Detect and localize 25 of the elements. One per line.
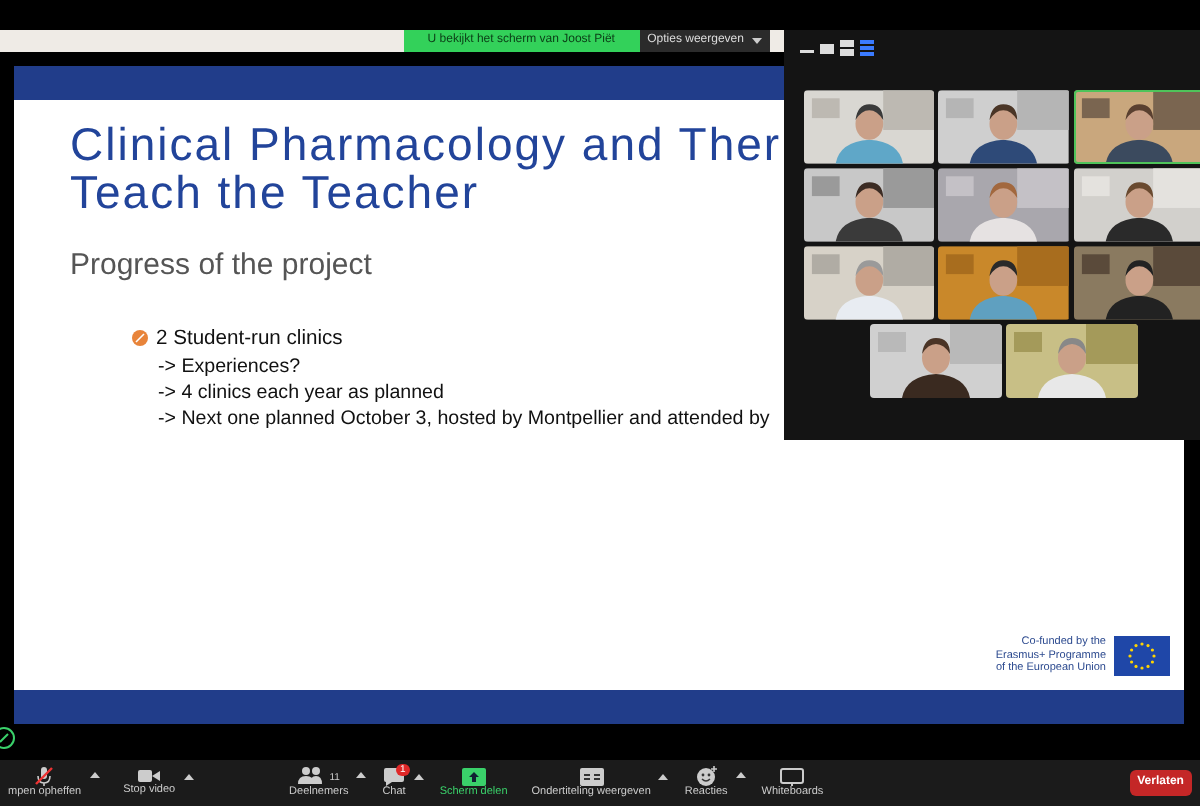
people-icon [297, 766, 322, 784]
caret-icon [752, 38, 762, 44]
caret-up-icon[interactable] [183, 774, 194, 780]
caret-up-icon[interactable] [413, 773, 424, 779]
bullet-text: 2 Student-run clinics [156, 325, 343, 353]
bullet-line: -> Next one planned October 3, hosted by Montpellier and attended by [158, 405, 770, 432]
slide-subtitle: Progress of the project [70, 246, 372, 286]
caret-up-icon[interactable] [735, 772, 746, 778]
slide-title: Teach the Teacher [70, 168, 480, 216]
caret-up-icon[interactable] [356, 772, 367, 778]
whiteboard-icon [780, 767, 805, 785]
share-screen-icon [461, 767, 486, 785]
smiley-plus-icon [695, 766, 718, 786]
captions-icon [579, 767, 604, 785]
flag-icon [1114, 636, 1170, 676]
bullet-icon [132, 330, 148, 347]
caret-up-icon[interactable] [658, 773, 669, 779]
muted-mic-icon [34, 766, 55, 786]
slide-title: Clinical Pharmacology and Ther [70, 120, 782, 168]
video-camera-icon [138, 768, 161, 784]
caret-up-icon[interactable] [89, 772, 100, 778]
bullet-line: -> Experiences? [158, 353, 301, 380]
view-mode-icon[interactable] [840, 40, 854, 56]
bullet-line: -> 4 clinics each year as planned [158, 379, 444, 406]
view-mode-icon[interactable] [820, 40, 834, 56]
